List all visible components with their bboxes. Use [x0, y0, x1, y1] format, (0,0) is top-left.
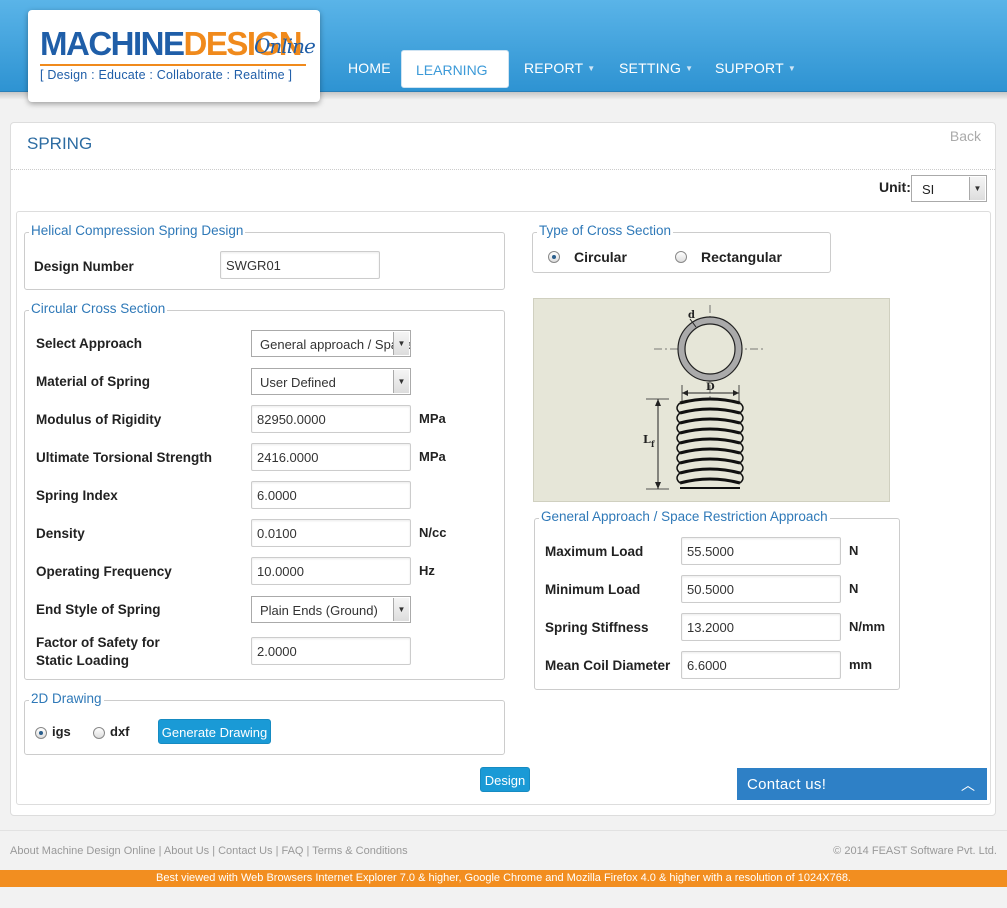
page-title: SPRING [27, 134, 93, 153]
approach-label: Select Approach [36, 336, 143, 351]
logo-text-online: Online [254, 34, 316, 58]
dxf-radio[interactable] [93, 727, 105, 739]
diagram-label-d: d [688, 310, 695, 321]
rectangular-option-label: Rectangular [701, 249, 782, 265]
frequency-label: Operating Frequency [36, 564, 172, 579]
nav-report[interactable]: REPORT ▼ [524, 60, 595, 76]
stiffness-label: Spring Stiffness [545, 620, 649, 635]
igs-label: igs [52, 724, 71, 739]
uts-input[interactable]: 2416.0000 [251, 443, 411, 471]
modulus-input[interactable]: 82950.0000 [251, 405, 411, 433]
cross-section-fieldset: Type of Cross Section Circular Rectangul… [532, 223, 831, 273]
diagram-label-f: f [651, 439, 655, 449]
spring-index-input[interactable]: 6.0000 [251, 481, 411, 509]
unit-label: Unit: [879, 179, 911, 195]
general-approach-legend: General Approach / Space Restriction App… [539, 509, 830, 524]
density-input[interactable]: 0.0100 [251, 519, 411, 547]
approach-select[interactable]: General approach / Space Restriction App… [251, 330, 411, 357]
circular-radio[interactable] [548, 251, 560, 263]
design-number-label: Design Number [34, 259, 134, 274]
chevron-down-icon: ▼ [393, 598, 409, 621]
fos-input[interactable]: 2.0000 [251, 637, 411, 665]
drawing-legend: 2D Drawing [29, 691, 104, 706]
material-select[interactable]: User Defined ▼ [251, 368, 411, 395]
uts-label: Ultimate Torsional Strength [36, 450, 213, 465]
max-load-input[interactable]: 55.5000 [681, 537, 841, 565]
fos-label-line2: Static Loading [36, 653, 130, 668]
browser-notice-text: Best viewed with Web Browsers Internet E… [156, 872, 851, 884]
nav-setting[interactable]: SETTING ▼ [619, 60, 693, 76]
uts-unit: MPa [419, 449, 446, 464]
nav-learning[interactable]: LEARNING [401, 50, 509, 88]
chevron-down-icon: ▼ [587, 64, 596, 73]
nav-home[interactable]: HOME [348, 60, 391, 76]
max-load-unit: N [849, 543, 859, 558]
end-style-select[interactable]: Plain Ends (Ground) ▼ [251, 596, 411, 623]
circular-fieldset: Circular Cross Section Select Approach G… [24, 301, 505, 680]
min-load-label: Minimum Load [545, 582, 641, 597]
fos-label-line1: Factor of Safety for [36, 635, 160, 650]
logo[interactable]: MACHINEDESIGN Online [ Design : Educate … [28, 10, 320, 102]
rectangular-radio[interactable] [675, 251, 687, 263]
chevron-down-icon: ▼ [685, 64, 694, 73]
circular-legend: Circular Cross Section [29, 301, 168, 316]
coil-diameter-unit: mm [849, 657, 873, 672]
end-style-label: End Style of Spring [36, 602, 161, 617]
max-load-label: Maximum Load [545, 544, 644, 559]
frequency-input[interactable]: 10.0000 [251, 557, 411, 585]
logo-text-machine: MACHINE [40, 25, 185, 62]
frequency-unit: Hz [419, 563, 435, 578]
back-link[interactable]: Back [950, 128, 981, 144]
form-container: Helical Compression Spring Design Design… [16, 211, 991, 805]
unit-select[interactable]: SI ▼ [911, 175, 987, 202]
chevron-up-icon[interactable]: ︿ [961, 775, 975, 795]
chevron-down-icon: ▼ [393, 332, 409, 355]
drawing-fieldset: 2D Drawing igs dxf Generate Drawing [24, 691, 505, 755]
stiffness-unit: N/mm [849, 619, 886, 634]
density-label: Density [36, 526, 85, 541]
diagram-label-L: L [643, 433, 651, 446]
design-legend: Helical Compression Spring Design [29, 223, 246, 238]
nav-support[interactable]: SUPPORT ▼ [715, 60, 796, 76]
coil-diameter-input[interactable]: 6.6000 [681, 651, 841, 679]
density-unit: N/cc [419, 525, 447, 540]
design-number-input[interactable]: SWGR01 [220, 251, 380, 279]
igs-radio[interactable] [35, 727, 47, 739]
footer-copyright: © 2014 FEAST Software Pvt. Ltd. [833, 845, 997, 857]
coil-diameter-label: Mean Coil Diameter [545, 658, 671, 673]
spring-diagram: d D L f [533, 298, 890, 502]
logo-tagline: [ Design : Educate : Collaborate : Realt… [40, 68, 293, 82]
spring-index-label: Spring Index [36, 488, 118, 503]
modulus-label: Modulus of Rigidity [36, 412, 162, 427]
stiffness-input[interactable]: 13.2000 [681, 613, 841, 641]
design-fieldset: Helical Compression Spring Design Design… [24, 223, 505, 290]
circular-option-label: Circular [574, 249, 627, 265]
spring-illustration: d D L f [643, 305, 766, 490]
chevron-down-icon: ▼ [787, 64, 796, 73]
cross-section-legend: Type of Cross Section [537, 223, 674, 238]
chevron-down-icon: ▼ [393, 370, 409, 393]
design-button[interactable]: Design [480, 767, 530, 792]
main-panel: SPRING Back Unit: SI ▼ Helical Compressi… [10, 122, 996, 816]
min-load-input[interactable]: 50.5000 [681, 575, 841, 603]
contact-us-widget[interactable]: Contact us! ︿ [737, 768, 987, 800]
browser-notice-bar: Best viewed with Web Browsers Internet E… [0, 870, 1007, 887]
dxf-label: dxf [110, 724, 130, 739]
general-approach-fieldset: General Approach / Space Restriction App… [534, 509, 900, 690]
chevron-down-icon: ▼ [969, 177, 985, 200]
material-label: Material of Spring [36, 374, 151, 389]
min-load-unit: N [849, 581, 859, 596]
generate-drawing-button[interactable]: Generate Drawing [158, 719, 271, 744]
contact-us-label: Contact us! [747, 776, 827, 793]
diagram-label-D: D [706, 382, 715, 393]
modulus-unit: MPa [419, 411, 446, 426]
footer-links[interactable]: About Machine Design Online | About Us |… [10, 845, 408, 857]
